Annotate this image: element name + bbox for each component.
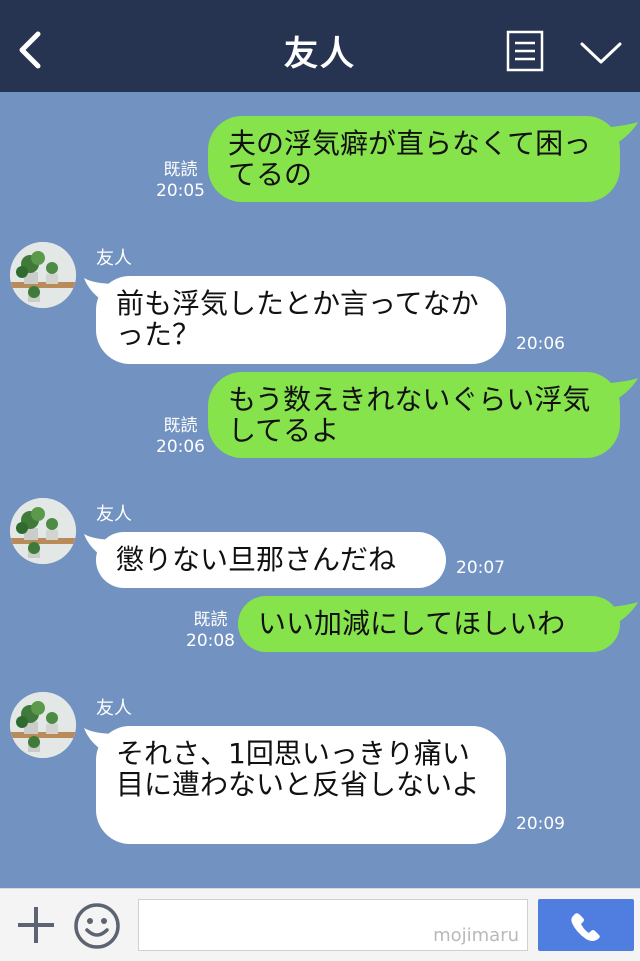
chevron-down-icon — [580, 42, 622, 64]
message-time: 20:06 — [156, 437, 205, 457]
message-text: 前も浮気したとか言ってなかった？ — [116, 287, 479, 351]
read-label: 既読 — [193, 610, 228, 630]
friend-avatar[interactable] — [10, 498, 76, 564]
message-text: 夫の浮気癖が直らなくて困ってるの — [228, 127, 592, 191]
phone-icon — [571, 913, 600, 941]
message-time: 20:09 — [516, 814, 565, 834]
message-text: もう数えきれないぐらい浮気してるよ — [228, 383, 591, 447]
bubble-tail — [600, 122, 638, 146]
my-message-bubble[interactable]: もう数えきれないぐらい浮気してるよ — [208, 372, 620, 458]
sender-name: 友人 — [96, 248, 132, 269]
emoji-button[interactable] — [72, 901, 122, 951]
message-composer: mojimaru — [0, 888, 640, 961]
message-input[interactable]: mojimaru — [138, 899, 528, 951]
bubble-tail — [600, 602, 638, 626]
read-receipt: 既読 20:08 — [186, 610, 235, 652]
collapse-button[interactable] — [578, 38, 624, 68]
message-time: 20:08 — [186, 631, 235, 651]
add-attachment-button[interactable] — [14, 903, 58, 947]
their-message-bubble[interactable]: 前も浮気したとか言ってなかった？ — [96, 276, 506, 364]
emoji-icon — [74, 903, 120, 949]
their-message-bubble[interactable]: 懲りない旦那さんだね — [96, 532, 446, 588]
sender-name: 友人 — [96, 504, 132, 525]
my-message-bubble[interactable]: 夫の浮気癖が直らなくて困ってるの — [208, 116, 620, 202]
their-message-bubble[interactable]: それさ、1回思いっきり痛い目に遭わないと反省しないよ — [96, 726, 506, 844]
message-text: いい加減にしてほしいわ — [258, 607, 566, 640]
message-time: 20:06 — [516, 334, 565, 354]
friend-avatar[interactable] — [10, 692, 76, 758]
message-time: 20:05 — [156, 181, 205, 201]
bubble-tail — [600, 378, 638, 402]
read-receipt: 既読 20:05 — [156, 160, 205, 202]
watermark-text: mojimaru — [433, 925, 519, 946]
message-text: 懲りない旦那さんだね — [116, 543, 397, 576]
message-time: 20:07 — [456, 558, 505, 578]
chat-header: 友人 — [0, 0, 640, 92]
chat-title: 友人 — [284, 34, 356, 74]
menu-button[interactable] — [506, 30, 544, 72]
read-label: 既読 — [163, 416, 198, 436]
sender-name: 友人 — [96, 698, 132, 719]
my-message-bubble[interactable]: いい加減にしてほしいわ — [238, 596, 620, 652]
read-label: 既読 — [163, 160, 198, 180]
plus-icon — [18, 907, 54, 943]
message-text: それさ、1回思いっきり痛い目に遭わないと反省しないよ — [116, 737, 480, 801]
menu-list-icon — [506, 30, 544, 72]
friend-avatar[interactable] — [10, 242, 76, 308]
read-receipt: 既読 20:06 — [156, 416, 205, 458]
call-button[interactable] — [538, 899, 634, 951]
